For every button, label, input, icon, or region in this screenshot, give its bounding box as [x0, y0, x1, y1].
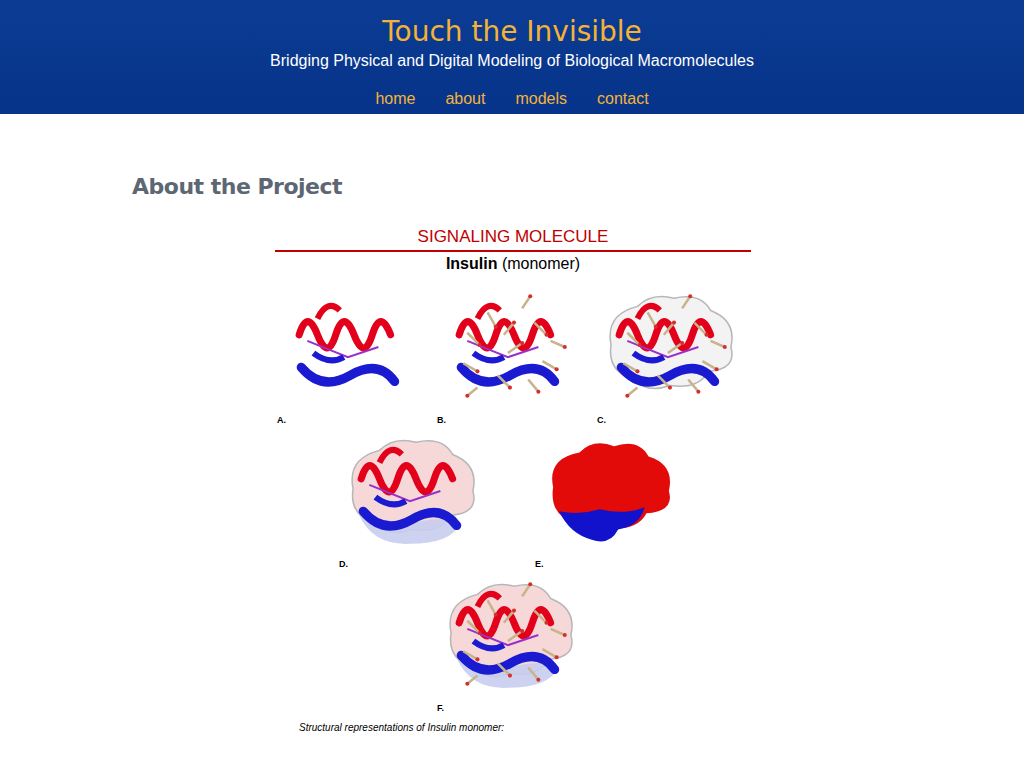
figure-panel: E. [533, 426, 689, 570]
figure-caption: Structural representations of Insulin mo… [299, 722, 751, 733]
molecule-render [435, 282, 591, 414]
panel-label: D. [337, 558, 493, 570]
molecule-render [533, 426, 689, 558]
figure-panel: F. [435, 570, 591, 714]
site-title[interactable]: Touch the Invisible [382, 14, 642, 50]
page-content: About the Project SIGNALING MOLECULE Ins… [0, 174, 1024, 733]
structure-figure: SIGNALING MOLECULE Insulin (monomer) A. … [275, 227, 751, 733]
panel-label: F. [435, 702, 591, 714]
figure-panel: B. [435, 282, 591, 426]
molecule-render [337, 426, 493, 558]
panel-row: F. [275, 570, 751, 714]
figure-panel: D. [337, 426, 493, 570]
site-subtitle: Bridging Physical and Digital Modeling o… [270, 50, 754, 72]
page-heading: About the Project [132, 174, 1024, 199]
nav-link[interactable]: models [515, 88, 567, 110]
panel-row: D. E. [275, 426, 751, 570]
category-rule [275, 250, 751, 252]
figure-panel: C. [595, 282, 751, 426]
molecule-render [595, 282, 751, 414]
panel-label: A. [275, 414, 431, 426]
panel-label: E. [533, 558, 689, 570]
panel-label: B. [435, 414, 591, 426]
nav-link[interactable]: home [375, 88, 415, 110]
figure-panel: A. [275, 282, 431, 426]
molecule-render [435, 570, 591, 702]
panel-row: A. B. C. [275, 282, 751, 426]
figure-molecule: Insulin (monomer) [275, 252, 751, 276]
figure-category: SIGNALING MOLECULE [275, 227, 751, 247]
main-nav: home about models contact [375, 88, 648, 110]
nav-link[interactable]: about [445, 88, 485, 110]
molecule-render [275, 282, 431, 414]
nav-link[interactable]: contact [597, 88, 649, 110]
panel-label: C. [595, 414, 751, 426]
site-header: Touch the Invisible Bridging Physical an… [0, 0, 1024, 114]
